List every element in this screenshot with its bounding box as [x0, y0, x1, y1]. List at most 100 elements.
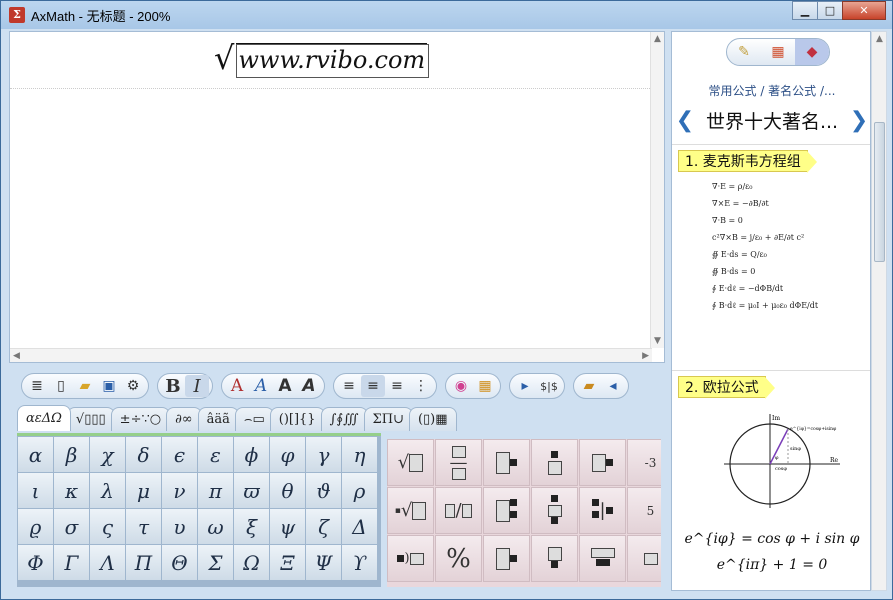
template-row2[interactable]: 5: [627, 487, 661, 534]
symbol-tab[interactable]: ±÷∵○: [110, 407, 171, 431]
symbol-tab[interactable]: ()[]{}: [269, 407, 325, 431]
symbol-tab[interactable]: ⌢▭: [234, 407, 274, 431]
euler-unit-circle[interactable]: Im Re e^{iφ}=cosφ+isinφ sinφ cosφ φ: [722, 412, 842, 512]
template-left-scripts[interactable]: |: [579, 487, 626, 534]
font-bold-italic-button[interactable]: A: [297, 375, 321, 397]
bookmark-icon[interactable]: ◆: [795, 39, 829, 65]
greek-symbol-button[interactable]: ψ: [270, 509, 305, 544]
panel-scroll-thumb[interactable]: [874, 122, 885, 262]
brush-icon[interactable]: ✎: [727, 39, 761, 65]
italic-button[interactable]: I: [185, 375, 209, 397]
template-sqrt[interactable]: √: [387, 439, 434, 486]
greek-symbol-button[interactable]: ς: [90, 509, 125, 544]
align-center-icon[interactable]: ≡: [361, 375, 385, 397]
greek-symbol-button[interactable]: φ: [270, 437, 305, 472]
symbol-tab[interactable]: √▯▯▯: [66, 407, 115, 431]
greek-symbol-button[interactable]: ω: [198, 509, 233, 544]
greek-symbol-button[interactable]: ϒ: [342, 545, 377, 580]
greek-symbol-button[interactable]: ϱ: [18, 509, 53, 544]
formula[interactable]: √ www.rvibo.com: [214, 42, 430, 78]
panel-scroll-up-icon[interactable]: ▲: [876, 34, 883, 44]
greek-symbol-button[interactable]: Ψ: [306, 545, 341, 580]
greek-symbol-button[interactable]: δ: [126, 437, 161, 472]
section-euler[interactable]: 2. 欧拉公式: [678, 376, 775, 399]
symbol-tab[interactable]: âäã: [197, 407, 239, 431]
greek-symbol-button[interactable]: Ω: [234, 545, 269, 580]
next-arrow-icon[interactable]: ❯: [846, 108, 870, 133]
symbol-tab[interactable]: ∂∞: [166, 407, 202, 431]
greek-symbol-button[interactable]: Γ: [54, 545, 89, 580]
symbol-tab[interactable]: (▯)▦: [408, 407, 457, 431]
template-underscript[interactable]: [531, 535, 578, 582]
bold-button[interactable]: B: [161, 375, 185, 397]
euler-formulas[interactable]: e^{iφ} = cos φ + i sin φ e^{iπ} + 1 = 0: [672, 526, 870, 578]
toolbox-icon[interactable]: ▰: [577, 375, 601, 397]
palette-grid-icon[interactable]: ▦: [761, 39, 795, 65]
greek-symbol-button[interactable]: Ξ: [270, 545, 305, 580]
number-format-icon[interactable]: $|$: [537, 375, 561, 397]
greek-symbol-button[interactable]: κ: [54, 473, 89, 508]
close-button[interactable]: ✕: [842, 1, 886, 20]
template-over-under[interactable]: [531, 439, 578, 486]
open-folder-icon[interactable]: ▰: [73, 375, 97, 397]
editor-vertical-scrollbar[interactable]: ▲ ▼: [650, 32, 664, 348]
greek-symbol-button[interactable]: Π: [126, 545, 161, 580]
greek-symbol-button[interactable]: π: [198, 473, 233, 508]
greek-symbol-button[interactable]: θ: [270, 473, 305, 508]
breadcrumb[interactable]: 常用公式 / 著名公式 /...: [672, 82, 870, 99]
color-grid-icon[interactable]: ▦: [473, 375, 497, 397]
menu-icon[interactable]: ≣: [25, 375, 49, 397]
maximize-button[interactable]: □: [817, 1, 843, 20]
greek-symbol-button[interactable]: ϕ: [234, 437, 269, 472]
template-sub-superscript[interactable]: [483, 487, 530, 534]
greek-symbol-button[interactable]: σ: [54, 509, 89, 544]
template-row3[interactable]: -3: [627, 439, 661, 486]
font-red-button[interactable]: A: [225, 375, 249, 397]
greek-symbol-button[interactable]: Φ: [18, 545, 53, 580]
greek-symbol-button[interactable]: γ: [306, 437, 341, 472]
template-nth-root[interactable]: ▪ √: [387, 487, 434, 534]
greek-symbol-button[interactable]: ι: [18, 473, 53, 508]
color-wheel-icon[interactable]: ◉: [449, 375, 473, 397]
symbol-tab[interactable]: ∫∮∭: [320, 407, 368, 431]
greek-symbol-button[interactable]: ϖ: [234, 473, 269, 508]
greek-symbol-button[interactable]: η: [342, 437, 377, 472]
editor-horizontal-scrollbar[interactable]: ◀ ▶: [10, 348, 652, 362]
greek-symbol-button[interactable]: χ: [90, 437, 125, 472]
greek-symbol-button[interactable]: α: [18, 437, 53, 472]
greek-symbol-button[interactable]: ν: [162, 473, 197, 508]
template-side-script[interactable]: [579, 439, 626, 486]
prev-arrow-icon[interactable]: ❮: [672, 108, 698, 133]
greek-symbol-button[interactable]: υ: [162, 509, 197, 544]
align-left-icon[interactable]: ≡: [337, 375, 361, 397]
template-slash-fraction[interactable]: /: [435, 487, 482, 534]
symbol-tab[interactable]: αεΔΩ: [17, 405, 71, 431]
greek-symbol-button[interactable]: Δ: [342, 509, 377, 544]
save-icon[interactable]: ▣: [97, 375, 121, 397]
back-arrow-icon[interactable]: ◂: [601, 375, 625, 397]
scroll-down-icon[interactable]: ▼: [654, 336, 661, 346]
greek-symbol-button[interactable]: β: [54, 437, 89, 472]
template-over-under-both[interactable]: [531, 487, 578, 534]
template-box-under[interactable]: [579, 535, 626, 582]
greek-symbol-button[interactable]: Σ: [198, 545, 233, 580]
settings-gear-icon[interactable]: ⚙: [121, 375, 145, 397]
template-superscript[interactable]: [483, 439, 530, 486]
align-right-icon[interactable]: ≡: [385, 375, 409, 397]
formula-editor[interactable]: √ www.rvibo.com ▲ ▼ ◀ ▶: [9, 31, 665, 363]
list-icon[interactable]: ⋮: [409, 375, 433, 397]
minimize-button[interactable]: ▁: [792, 1, 818, 20]
greek-symbol-button[interactable]: Θ: [162, 545, 197, 580]
template-long-division[interactable]: ): [387, 535, 434, 582]
symbol-tab[interactable]: ΣΠ∪: [363, 407, 413, 431]
greek-symbol-button[interactable]: ρ: [342, 473, 377, 508]
greek-symbol-button[interactable]: ζ: [306, 509, 341, 544]
template-row1-extra[interactable]: [627, 535, 661, 582]
greek-symbol-button[interactable]: ϑ: [306, 473, 341, 508]
template-subscript[interactable]: [483, 535, 530, 582]
greek-symbol-button[interactable]: μ: [126, 473, 161, 508]
greek-symbol-button[interactable]: ε: [198, 437, 233, 472]
radicand[interactable]: www.rvibo.com: [236, 43, 430, 78]
scroll-left-icon[interactable]: ◀: [13, 351, 20, 361]
play-icon[interactable]: ▸: [513, 375, 537, 397]
